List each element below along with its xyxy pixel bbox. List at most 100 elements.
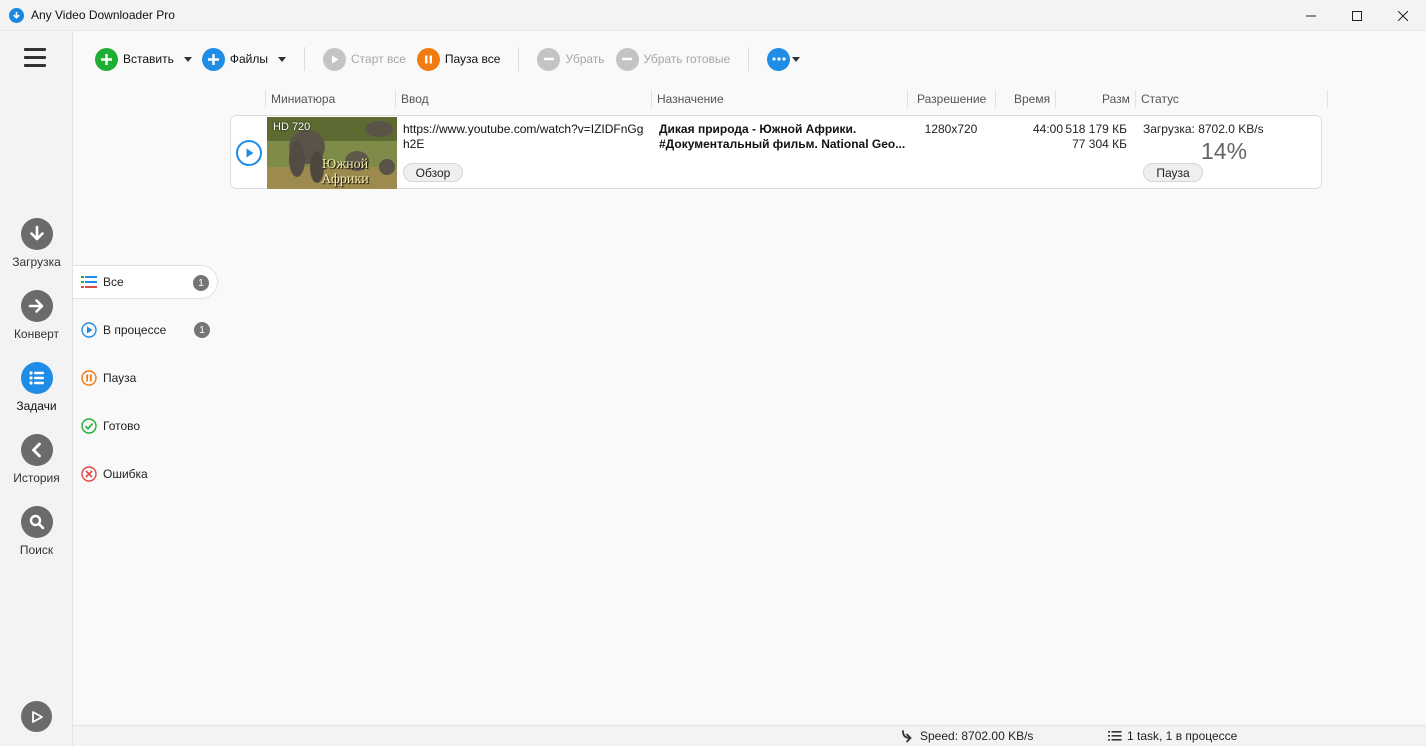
play-icon [323, 47, 347, 71]
video-thumbnail: HD 720 Южной Африки [267, 117, 397, 189]
error-circle-icon [81, 466, 97, 482]
check-circle-icon [81, 418, 97, 434]
filter-in-progress[interactable]: В процессе 1 [73, 313, 218, 347]
pause-button[interactable]: Пауза [1143, 163, 1203, 182]
close-button[interactable] [1380, 0, 1426, 31]
size-value: 518 179 КБ 77 304 КБ [1051, 122, 1127, 152]
sidebar: Загрузка Конверт Задачи История Поиск [0, 31, 73, 746]
menu-hamburger-icon[interactable] [24, 48, 48, 70]
column-destination[interactable]: Назначение [652, 88, 724, 110]
pause-all-button[interactable]: Пауза все [416, 45, 501, 73]
tasks-indicator: 1 task, 1 в процессе [1108, 729, 1237, 743]
download-arrow-icon [20, 218, 53, 250]
search-icon [20, 506, 53, 538]
list-icon [1108, 731, 1122, 741]
filter-done[interactable]: Готово [73, 409, 218, 443]
chevron-down-icon[interactable] [278, 56, 287, 62]
maximize-icon [1352, 10, 1362, 21]
sidebar-item-convert[interactable]: Конверт [0, 290, 73, 341]
app-logo-icon [9, 7, 24, 23]
paste-button[interactable]: Вставить [95, 45, 192, 73]
filter-paused[interactable]: Пауза [73, 361, 218, 395]
filter-error[interactable]: Ошибка [73, 457, 218, 491]
filter-all[interactable]: Все 1 [73, 265, 218, 299]
filter-label: Все [103, 275, 124, 289]
plus-icon [95, 47, 118, 71]
minimize-button[interactable] [1288, 0, 1334, 31]
toolbar: Вставить Файлы Старт все Пауза все Убрат… [95, 45, 801, 73]
speed-text: Speed: 8702.00 KB/s [920, 729, 1034, 743]
sidebar-item-search[interactable]: Поиск [0, 506, 73, 557]
thumbnail-caption: Южной Африки [321, 157, 369, 187]
sidebar-item-label: Конверт [13, 327, 60, 341]
title-bar: Any Video Downloader Pro [0, 0, 1426, 31]
column-status[interactable]: Статус [1136, 88, 1179, 110]
close-icon [1398, 10, 1408, 21]
convert-arrow-icon [20, 290, 53, 322]
pause-all-label: Пауза все [444, 52, 501, 66]
history-back-icon [20, 434, 53, 466]
pause-icon [416, 47, 440, 71]
thumbnail-quality-badge: HD 720 [273, 121, 311, 133]
status-bar: Speed: 8702.00 KB/s 1 task, 1 в процессе [73, 725, 1426, 746]
column-input[interactable]: Ввод [396, 88, 429, 110]
filter-count-badge: 1 [193, 275, 209, 291]
status-text: Загрузка: 8702.0 KB/s [1143, 122, 1264, 136]
speed-arrow-icon [902, 730, 912, 743]
column-duration[interactable]: Время [1009, 88, 1050, 110]
minus-icon [615, 47, 639, 71]
remove-done-button[interactable]: Убрать готовые [615, 45, 731, 73]
pause-circle-icon [81, 370, 97, 386]
tasks-text: 1 task, 1 в процессе [1127, 729, 1238, 743]
chevron-down-icon[interactable] [183, 56, 192, 62]
destination-line-2: #Документальный фильм. National Geo... [659, 137, 906, 151]
destination-line-1: Дикая природа - Южной Африки. [659, 122, 857, 136]
files-button[interactable]: Файлы [201, 45, 287, 73]
sidebar-item-label: Загрузка [12, 255, 61, 269]
size-downloaded: 77 304 КБ [1072, 137, 1127, 151]
filter-label: Пауза [103, 371, 137, 385]
speed-indicator: Speed: 8702.00 KB/s [901, 729, 1033, 743]
minimize-icon [1306, 15, 1316, 16]
filter-label: В процессе [103, 323, 167, 337]
remove-label: Убрать [565, 52, 605, 66]
filter-count-badge: 1 [194, 322, 210, 338]
play-circle-icon [81, 322, 97, 338]
column-thumbnail[interactable]: Миниатюра [266, 88, 335, 110]
start-all-button[interactable]: Старт все [323, 45, 406, 73]
toolbar-divider [518, 47, 520, 71]
minus-icon [537, 47, 561, 71]
filter-label: Ошибка [103, 467, 148, 481]
list-icon [81, 274, 97, 290]
plus-icon [201, 47, 225, 71]
start-all-label: Старт все [351, 52, 406, 66]
sidebar-item-download[interactable]: Загрузка [0, 218, 73, 269]
chevron-down-icon [792, 56, 801, 62]
progress-percent: 14% [1201, 138, 1248, 164]
column-size[interactable]: Разм [1097, 88, 1130, 110]
window-title: Any Video Downloader Pro [31, 8, 175, 22]
table-row[interactable]: HD 720 Южной Африки https://www.youtube.… [230, 115, 1322, 189]
task-filters: Все 1 В процессе 1 Пауза Готово Ошибка [73, 265, 218, 505]
resolution-value: 1280x720 [924, 122, 978, 136]
toolbar-divider [304, 47, 306, 71]
player-play-icon[interactable] [21, 701, 52, 732]
table-header: Миниатюра Ввод Назначение Разрешение Вре… [230, 88, 1330, 110]
task-list-icon [20, 362, 53, 394]
more-dots-icon [767, 47, 791, 71]
browse-button[interactable]: Обзор [403, 163, 463, 182]
more-options-button[interactable] [767, 45, 801, 73]
toolbar-divider [748, 47, 750, 71]
paste-label: Вставить [123, 52, 174, 66]
remove-button[interactable]: Убрать [537, 45, 605, 73]
column-resolution[interactable]: Разрешение [912, 88, 986, 110]
sidebar-item-tasks[interactable]: Задачи [0, 362, 73, 413]
maximize-button[interactable] [1334, 0, 1380, 31]
size-total: 518 179 КБ [1065, 122, 1127, 136]
remove-done-label: Убрать готовые [643, 52, 731, 66]
sidebar-item-label: Задачи [16, 399, 57, 413]
filter-label: Готово [103, 419, 141, 433]
sidebar-item-label: Поиск [19, 543, 54, 557]
sidebar-item-history[interactable]: История [0, 434, 73, 485]
play-icon[interactable] [236, 140, 262, 166]
